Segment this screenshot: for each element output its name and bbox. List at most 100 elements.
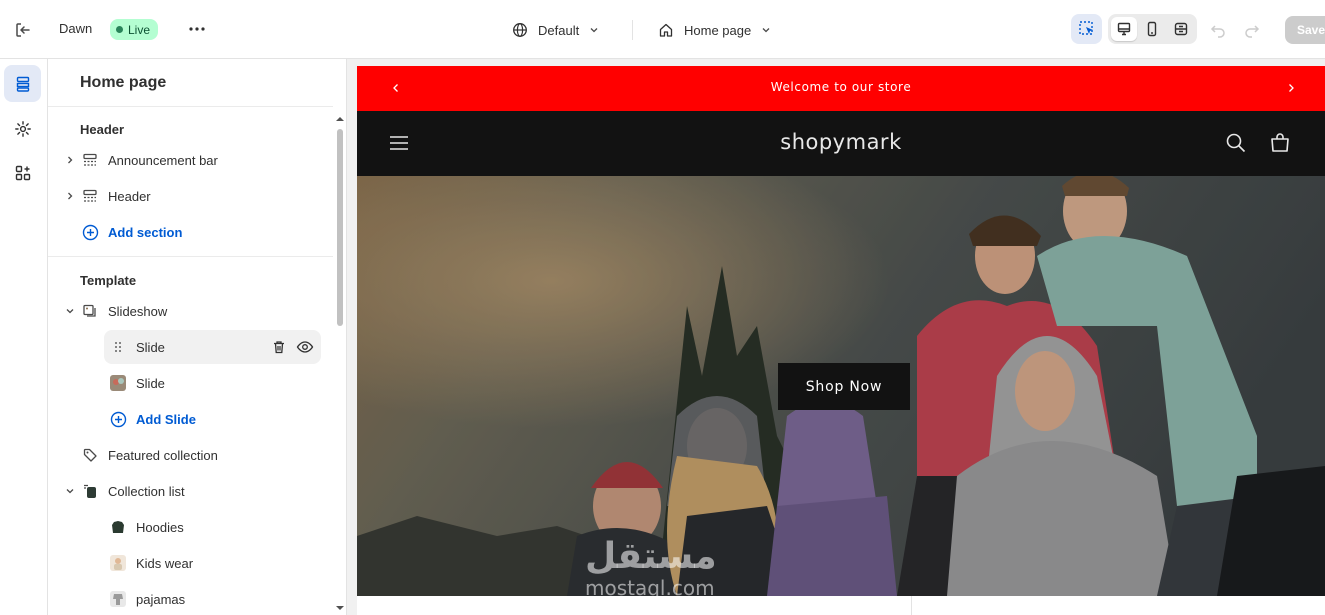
redo-button[interactable] — [1241, 19, 1263, 41]
divider — [632, 20, 633, 40]
eye-icon[interactable] — [295, 337, 315, 357]
section-label: Collection list — [108, 483, 185, 499]
chevron-down-icon — [590, 28, 598, 33]
block-collection-kids-wear[interactable]: Kids wear — [48, 546, 333, 580]
ellipsis-icon — [189, 27, 205, 31]
watermark: مستقل mostaql.com — [585, 536, 717, 596]
editor-rail — [0, 59, 48, 615]
group-template-label: Template — [80, 273, 137, 288]
undo-button[interactable] — [1207, 19, 1229, 41]
mobile-icon — [1148, 21, 1157, 37]
app-embeds-tab[interactable] — [4, 154, 41, 191]
add-section-label: Add section — [108, 224, 183, 240]
sections-icon — [16, 76, 29, 92]
page-selector-label: Home page — [684, 22, 752, 38]
cursor-select-icon — [1078, 21, 1093, 35]
add-slide-label: Add Slide — [136, 411, 196, 427]
store-header: shopymark — [357, 111, 1325, 176]
exit-icon[interactable] — [12, 19, 34, 41]
mobile-view-button[interactable] — [1139, 17, 1165, 41]
block-label: Slide — [136, 339, 165, 355]
chevron-down-icon[interactable] — [64, 485, 76, 497]
collection-list-icon — [80, 481, 100, 501]
block-collection-pajamas[interactable]: pajamas — [48, 582, 333, 615]
divider — [911, 596, 912, 615]
status-badge: Live — [110, 19, 159, 40]
expand-icon — [1174, 22, 1188, 36]
block-slide-1[interactable]: Slide — [104, 330, 321, 364]
redo-icon — [1245, 25, 1260, 38]
storefront-preview: Welcome to our store shopymark Shop Now … — [357, 66, 1325, 615]
kids-wear-thumbnail — [108, 553, 128, 573]
more-actions-button[interactable] — [186, 18, 208, 40]
section-header[interactable]: Header — [48, 179, 333, 213]
save-button[interactable]: Save — [1285, 16, 1325, 44]
block-label: Kids wear — [136, 555, 194, 571]
scroll-up-arrow-icon[interactable] — [336, 115, 344, 123]
chevron-right-icon[interactable] — [1284, 81, 1298, 95]
block-label: Slide — [136, 375, 165, 391]
tag-icon — [80, 445, 100, 465]
next-section-peek — [357, 596, 1325, 615]
gear-icon — [14, 120, 31, 137]
editor-topbar: Dawn Live Default Home page Save — [0, 0, 1325, 59]
chevron-right-icon[interactable] — [64, 190, 76, 202]
scroll-down-arrow-icon[interactable] — [336, 604, 344, 612]
plus-circle-icon — [80, 222, 100, 242]
plus-circle-icon — [108, 409, 128, 429]
section-featured-collection[interactable]: Featured collection — [48, 438, 333, 472]
slide-thumbnail — [108, 373, 128, 393]
sections-sidebar: Home page Header Announcement bar Header… — [48, 59, 347, 615]
chevron-down-icon[interactable] — [64, 305, 76, 317]
watermark-arabic: مستقل — [585, 536, 717, 577]
slideshow-icon — [80, 301, 100, 321]
cart-icon[interactable] — [1268, 131, 1292, 155]
desktop-view-button[interactable] — [1111, 17, 1138, 41]
block-collection-hoodies[interactable]: Hoodies — [48, 510, 333, 544]
shop-now-button[interactable]: Shop Now — [778, 363, 910, 410]
apps-icon — [15, 165, 30, 180]
add-section-button[interactable]: Add section — [48, 215, 333, 249]
scrollbar-thumb[interactable] — [337, 129, 343, 326]
pajamas-thumbnail — [108, 589, 128, 609]
group-header-label: Header — [80, 122, 125, 137]
live-dot-icon — [116, 26, 123, 33]
section-label: Header — [108, 188, 151, 204]
fullscreen-view-button[interactable] — [1168, 17, 1194, 41]
desktop-icon — [1117, 22, 1131, 36]
page-title: Home page — [80, 74, 167, 91]
block-label: pajamas — [136, 591, 186, 607]
block-slide-2[interactable]: Slide — [48, 366, 333, 400]
divider — [48, 106, 333, 107]
sections-tab[interactable] — [4, 65, 41, 102]
drag-handle-icon[interactable] — [108, 337, 128, 357]
section-label: Announcement bar — [108, 152, 218, 168]
page-selector[interactable]: Home page — [658, 19, 771, 41]
section-announcement-bar[interactable]: Announcement bar — [48, 143, 333, 177]
section-icon — [80, 150, 100, 170]
announcement-bar[interactable]: Welcome to our store — [357, 66, 1325, 111]
hero-slideshow[interactable]: Shop Now مستقل mostaql.com — [357, 176, 1325, 596]
section-collection-list[interactable]: Collection list — [48, 474, 333, 508]
divider — [48, 256, 333, 257]
theme-settings-tab[interactable] — [4, 110, 41, 147]
add-slide-button[interactable]: Add Slide — [48, 402, 333, 436]
globe-icon — [513, 23, 527, 37]
chevron-right-icon[interactable] — [64, 154, 76, 166]
template-selector[interactable]: Default — [512, 19, 599, 41]
search-icon[interactable] — [1224, 131, 1248, 155]
trash-icon[interactable] — [269, 337, 289, 357]
hoodie-thumbnail — [108, 517, 128, 537]
status-label: Live — [128, 22, 151, 37]
section-label: Slideshow — [108, 303, 168, 319]
undo-icon — [1210, 25, 1225, 38]
home-icon — [659, 23, 673, 37]
block-label: Hoodies — [136, 519, 184, 535]
section-label: Featured collection — [108, 447, 218, 463]
store-logo[interactable]: shopymark — [357, 130, 1325, 154]
template-selector-label: Default — [538, 22, 580, 38]
watermark-latin: mostaql.com — [585, 576, 715, 596]
inspector-toggle-button[interactable] — [1071, 14, 1102, 44]
announcement-text: Welcome to our store — [770, 80, 912, 94]
section-slideshow[interactable]: Slideshow — [48, 294, 333, 328]
